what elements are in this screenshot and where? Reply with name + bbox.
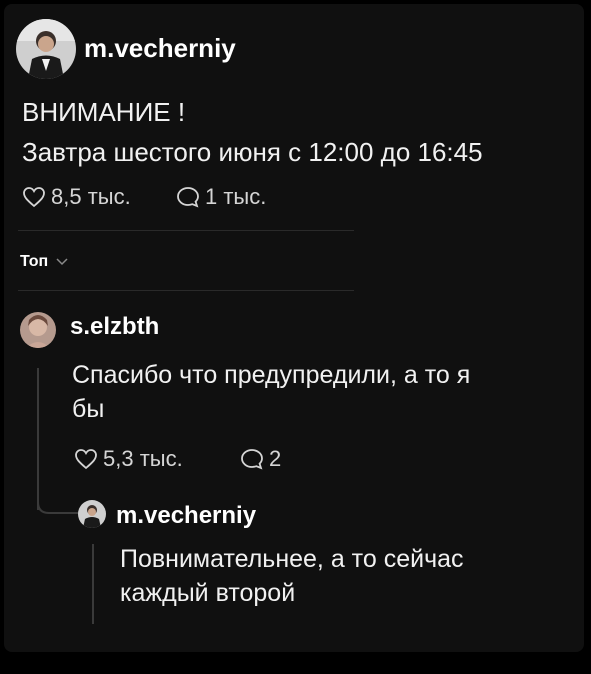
post-like-button[interactable]: 8,5 тыс. (22, 184, 131, 210)
reply-thread-line (92, 544, 94, 624)
comment-like-count: 5,3 тыс. (103, 446, 183, 471)
thread-connector (37, 494, 81, 514)
reply-text: Повнимательнее, а то сейчас каждый второ… (120, 545, 464, 607)
post-text-line-2: Завтра шестого июня с 12:00 до 16:45 (22, 137, 483, 167)
post-divider (18, 230, 354, 231)
comment-like-button[interactable]: 5,3 тыс. (74, 446, 183, 472)
post-comment-count: 1 тыс. (205, 184, 267, 209)
comment-reply-button[interactable]: 2 (240, 446, 281, 472)
comment-thread-line (37, 368, 39, 510)
post-text-line-1: ВНИМАНИЕ ! (22, 97, 186, 127)
commenter-name[interactable]: s.elzbth (70, 313, 159, 341)
sort-label: Топ (20, 253, 49, 270)
comment-icon (241, 449, 263, 470)
sort-divider (18, 290, 354, 291)
reply-author-name[interactable]: m.vecherniy (116, 502, 256, 530)
comment-text: Спасибо что предупредили, а то я бы (72, 361, 471, 423)
post-author-name[interactable]: m.vecherniy (84, 33, 236, 64)
post-card: m.vecherniy ВНИМАНИЕ ! Завтра шестого ию… (4, 4, 584, 652)
heart-icon (23, 187, 45, 208)
sort-dropdown[interactable]: Топ (20, 253, 68, 271)
heart-icon (75, 449, 97, 470)
reply-author-avatar[interactable] (78, 500, 106, 528)
post-comment-button[interactable]: 1 тыс. (176, 184, 266, 210)
post-like-count: 8,5 тыс. (51, 184, 131, 209)
commenter-avatar[interactable] (20, 312, 56, 348)
author-avatar[interactable] (16, 19, 76, 79)
comment-icon (177, 187, 199, 208)
comment-reply-count: 2 (269, 446, 282, 471)
chevron-down-icon (56, 258, 68, 266)
